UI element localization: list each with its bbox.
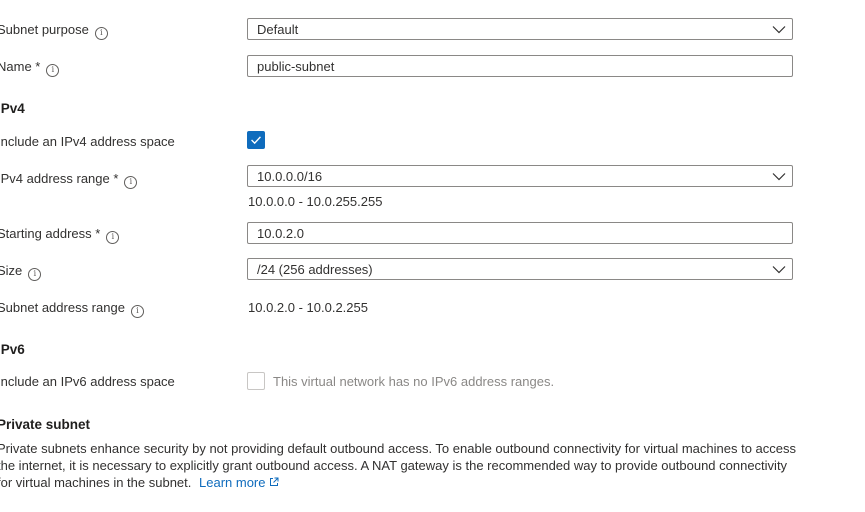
info-icon[interactable]: i — [130, 305, 144, 318]
chevron-down-icon — [772, 173, 786, 181]
info-icon[interactable]: i — [106, 231, 120, 244]
ipv4-range-dropdown[interactable]: 10.0.0.0/16 — [247, 165, 793, 187]
checkmark-icon — [251, 136, 261, 145]
include-ipv4-label: Include an IPv4 address space — [0, 134, 175, 149]
name-label: Name * i — [0, 59, 60, 77]
ipv6-disabled-text: This virtual network has no IPv6 address… — [273, 374, 555, 389]
ipv4-range-value: 10.0.0.0/16 — [257, 169, 323, 184]
info-icon[interactable]: i — [124, 176, 138, 189]
ipv6-heading: IPv6 — [0, 342, 25, 357]
size-value: /24 (256 addresses) — [257, 262, 373, 277]
ipv4-range-label: IPv4 address range * i — [0, 171, 138, 189]
ipv4-heading: IPv4 — [0, 101, 25, 116]
size-dropdown[interactable]: /24 (256 addresses) — [247, 258, 793, 280]
starting-address-label: Starting address * i — [0, 226, 120, 244]
size-label: Size i — [0, 263, 42, 281]
starting-address-input[interactable]: 10.0.2.0 — [247, 222, 793, 244]
info-icon[interactable]: i — [46, 64, 60, 77]
subnet-address-range-value: 10.0.2.0 - 10.0.2.255 — [248, 300, 368, 315]
info-icon[interactable]: i — [28, 268, 42, 281]
subnet-form: Subnet purpose i Default Name * i public-s… — [0, 0, 865, 512]
include-ipv6-label: Include an IPv6 address space — [0, 374, 175, 389]
chevron-down-icon — [772, 26, 786, 34]
private-subnet-heading: Private subnet — [0, 417, 91, 432]
external-link-icon — [269, 477, 278, 486]
subnet-purpose-label: Subnet purpose i — [0, 22, 108, 40]
name-value: public-subnet — [257, 59, 335, 74]
ipv4-range-hint: 10.0.0.0 - 10.0.255.255 — [248, 194, 383, 209]
subnet-purpose-dropdown[interactable]: Default — [247, 18, 793, 40]
include-ipv6-checkbox[interactable] — [247, 372, 265, 390]
subnet-address-range-label: Subnet address range i — [0, 300, 144, 318]
include-ipv4-checkbox[interactable] — [247, 131, 265, 149]
private-subnet-description: Private subnets enhance security by not … — [0, 441, 797, 490]
chevron-down-icon — [772, 266, 786, 274]
info-icon[interactable]: i — [94, 27, 108, 40]
name-input[interactable]: public-subnet — [247, 55, 793, 77]
learn-more-link[interactable]: Learn more — [195, 475, 278, 490]
starting-address-value: 10.0.2.0 — [257, 226, 304, 241]
subnet-purpose-value: Default — [257, 22, 299, 37]
